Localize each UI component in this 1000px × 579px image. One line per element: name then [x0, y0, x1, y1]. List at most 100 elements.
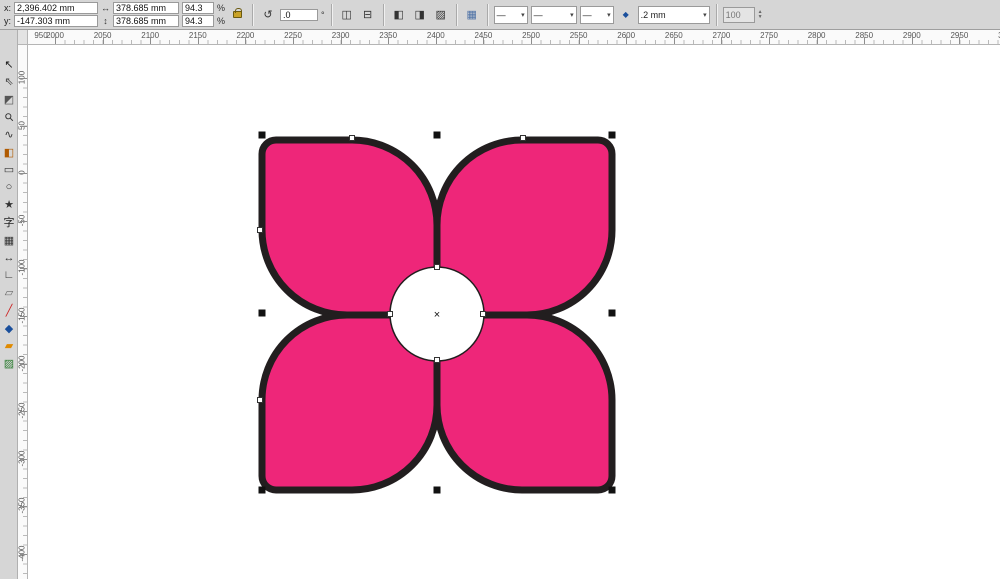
- crop-tool[interactable]: ◩: [1, 91, 17, 107]
- separator: [455, 3, 457, 26]
- shadow-tool[interactable]: ▱: [1, 285, 17, 301]
- ruler-tick: [55, 37, 56, 44]
- object-center-marker: ×: [434, 309, 440, 321]
- curve-node[interactable]: [349, 135, 355, 141]
- selection-handle[interactable]: [608, 486, 616, 494]
- fill-tool[interactable]: ▰: [1, 338, 17, 354]
- object-width-icon: ↔: [101, 3, 111, 13]
- selection-handle[interactable]: [258, 309, 266, 317]
- curve-node[interactable]: [434, 264, 440, 270]
- outline-pen-tool[interactable]: ◆: [1, 320, 17, 336]
- ruler-tick: [102, 37, 104, 44]
- selection-handle[interactable]: [608, 131, 616, 139]
- eyedropper-tool[interactable]: ╱: [1, 302, 17, 318]
- start-arrowhead-select[interactable]: — ▾: [493, 5, 528, 24]
- ruler-tick: [959, 37, 961, 44]
- scale-x-input[interactable]: [182, 2, 215, 14]
- curve-node[interactable]: [434, 357, 440, 363]
- selection-handle[interactable]: [258, 486, 266, 494]
- ruler-origin-corner[interactable]: [18, 30, 28, 45]
- polygon-tool[interactable]: ★: [1, 197, 17, 213]
- text-wrap-icon: ▦: [466, 9, 477, 21]
- ruler-tick: [721, 37, 723, 44]
- separator: [252, 3, 254, 26]
- combine-button[interactable]: ◧: [390, 4, 408, 26]
- y-position-input[interactable]: [14, 15, 99, 27]
- ruler-tick: [388, 37, 390, 44]
- connector-tool[interactable]: ∟: [1, 267, 17, 283]
- curve-node[interactable]: [387, 311, 393, 317]
- interactive-fill-tool[interactable]: ▨: [1, 355, 17, 371]
- weld-icon: ◨: [414, 9, 425, 21]
- selection-handle[interactable]: [258, 131, 266, 139]
- object-height-input[interactable]: [113, 15, 180, 27]
- ruler-tick: [150, 37, 152, 44]
- mirror-vertical-icon: ⊟: [363, 9, 373, 21]
- ellipse-tool[interactable]: ○: [1, 179, 17, 195]
- rotate-icon: ↺: [263, 9, 273, 21]
- ruler-tick: [20, 363, 27, 365]
- pick-tool[interactable]: ↖: [1, 56, 17, 72]
- mirror-horizontal-icon: ◫: [341, 9, 352, 21]
- smart-fill-tool[interactable]: ◧: [1, 144, 17, 160]
- trim-icon: ▨: [435, 9, 446, 21]
- ruler-tick: [20, 173, 27, 175]
- vertical-ruler[interactable]: 100500-50-100-150-200-250-300-350-400: [18, 45, 28, 579]
- mirror-vertical-button[interactable]: ⊟: [359, 4, 377, 26]
- ruler-tick: [20, 506, 27, 508]
- ruler-tick: [911, 37, 913, 44]
- line-style-preview: —: [533, 9, 543, 20]
- drawing-canvas[interactable]: ×: [28, 45, 1000, 579]
- curve-node[interactable]: [257, 227, 263, 233]
- shape-tool[interactable]: ⇖: [1, 74, 17, 90]
- text-wrap-button[interactable]: ▦: [463, 4, 481, 26]
- ruler-tick: [340, 37, 342, 44]
- chevron-down-icon: ▾: [570, 11, 574, 19]
- outline-pen-dialog-button[interactable]: ◆: [617, 4, 635, 26]
- weld-button[interactable]: ◨: [411, 4, 429, 26]
- lock-ratio-button[interactable]: [228, 4, 246, 26]
- horizontal-ruler[interactable]: 950 2000 2050 2100 2150 2200 2250 2300 2350 2400 2…: [28, 30, 1000, 45]
- separator: [486, 3, 488, 26]
- mirror-horizontal-button[interactable]: ◫: [338, 4, 356, 26]
- outline-width-select[interactable]: .2 mm ▾: [637, 5, 710, 24]
- x-position-input[interactable]: [14, 2, 99, 14]
- ruler-tick: [578, 37, 580, 44]
- trim-button[interactable]: ▨: [432, 4, 450, 26]
- selection-handle[interactable]: [433, 131, 441, 139]
- degree-label: °: [321, 9, 325, 20]
- text-tool[interactable]: 字: [1, 214, 17, 230]
- freehand-tool[interactable]: ∿: [1, 126, 17, 142]
- ruler-tick: [20, 554, 27, 555]
- rotation-angle-input[interactable]: [280, 8, 319, 21]
- ruler-tick: [20, 78, 27, 79]
- chevron-down-icon: ▾: [521, 11, 525, 19]
- misc-value-input[interactable]: [722, 6, 755, 23]
- scale-y-input[interactable]: [182, 15, 215, 27]
- table-tool[interactable]: ▦: [1, 232, 17, 248]
- object-height-icon: ↕: [103, 16, 108, 26]
- chevron-down-icon: ▾: [607, 11, 611, 19]
- separator: [715, 3, 717, 26]
- curve-node[interactable]: [480, 311, 486, 317]
- line-style-select[interactable]: — ▾: [530, 5, 577, 24]
- rectangle-tool[interactable]: ▭: [1, 162, 17, 178]
- curve-node[interactable]: [257, 397, 263, 403]
- selection-handle[interactable]: [608, 309, 616, 317]
- zoom-tool[interactable]: ⚲: [0, 105, 20, 128]
- ruler-tick: [626, 37, 628, 44]
- ruler-tick: [20, 125, 27, 127]
- combine-icon: ◧: [393, 9, 404, 21]
- ruler-tick: [864, 37, 866, 44]
- object-width-input[interactable]: [113, 2, 180, 14]
- misc-value-spinner[interactable]: ▲ ▼: [757, 9, 763, 20]
- outline-width-value: .2 mm: [640, 9, 666, 20]
- dimension-tool[interactable]: ↔: [1, 250, 17, 266]
- ruler-tick: [245, 37, 247, 44]
- spin-down-icon: ▼: [757, 13, 763, 20]
- end-arrowhead-select[interactable]: — ▾: [579, 5, 614, 24]
- x-label: x:: [4, 3, 12, 13]
- selection-handle[interactable]: [433, 486, 441, 494]
- scale-y-percent-label: %: [217, 16, 226, 26]
- curve-node[interactable]: [520, 135, 526, 141]
